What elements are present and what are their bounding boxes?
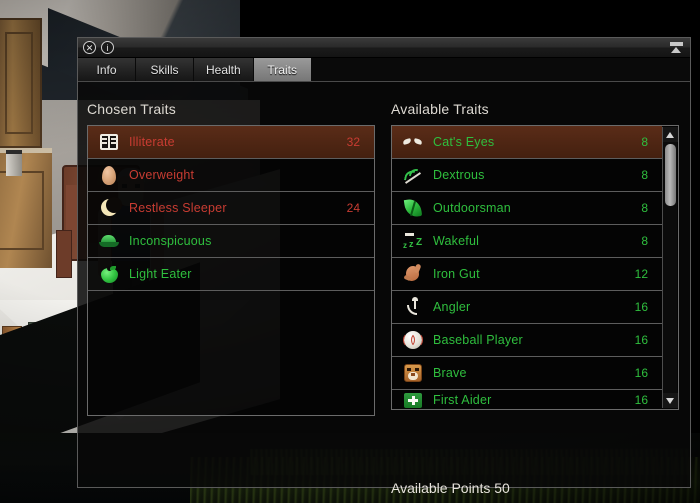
trait-cost: 8 [641,201,648,215]
available-trait-row[interactable]: Angler 16 [392,291,662,324]
trait-cost: 16 [634,333,648,347]
tab-bar: Info Skills Health Traits [78,58,690,82]
trait-cost: 24 [346,201,360,215]
available-traits-heading: Available Traits [391,101,489,117]
trait-cost: 16 [634,300,648,314]
trait-cost: 8 [641,135,648,149]
zzz-icon: zzZ [402,230,424,252]
trait-name: Overweight [129,168,195,182]
trait-cost: 16 [634,366,648,380]
available-traits-list[interactable]: Cat's Eyes 8 Dextrous 8 Outdoorsman 8 z … [391,125,679,410]
trait-name: Wakeful [433,234,480,248]
scrollbar-track[interactable] [663,142,678,393]
triangle-down-icon [666,397,674,404]
baseball-icon [402,329,424,351]
available-trait-row[interactable]: Cat's Eyes 8 [392,126,662,159]
wall-cabinet [0,18,42,148]
triangle-up-icon [666,131,674,138]
trait-name: Cat's Eyes [433,135,495,149]
tab-info[interactable]: Info [78,58,136,81]
collapse-panel-button[interactable] [666,39,686,56]
available-trait-row[interactable]: zzZ Wakeful 8 [392,225,662,258]
chosen-trait-row[interactable]: Light Eater [88,258,374,291]
available-trait-row[interactable]: Dextrous 8 [392,159,662,192]
tab-skills[interactable]: Skills [136,58,194,81]
arrow-up-icon [671,47,681,53]
chosen-trait-row[interactable]: Inconspicuous [88,225,374,258]
book-icon [98,131,120,153]
available-trait-row[interactable]: Iron Gut 12 [392,258,662,291]
trait-name: Iron Gut [433,267,480,281]
trait-name: Light Eater [129,267,192,281]
trait-cost: 8 [641,234,648,248]
available-trait-row[interactable]: Baseball Player 16 [392,324,662,357]
egg-icon [98,164,120,186]
scrollbar-thumb[interactable] [664,144,676,206]
available-trait-row[interactable]: First Aider 16 [392,390,662,409]
leaf-icon [402,197,424,219]
trait-name: Inconspicuous [129,234,212,248]
info-icon[interactable]: i [101,41,114,54]
trait-cost: 8 [641,168,648,182]
available-points-label: Available Points 50 [391,480,510,496]
trait-name: Angler [433,300,471,314]
available-trait-row[interactable]: Outdoorsman 8 [392,192,662,225]
character-panel: ✕ i Info Skills Health Traits Chosen Tra… [77,37,691,496]
hand-icon [402,164,424,186]
trait-name: Baseball Player [433,333,523,347]
cap-icon [98,230,120,252]
panel-title-bar[interactable]: ✕ i [78,38,690,58]
medical-cross-icon [402,390,424,409]
close-icon[interactable]: ✕ [83,41,96,54]
scroll-down-button[interactable] [662,393,678,408]
chosen-traits-heading: Chosen Traits [87,101,176,117]
traits-body: Chosen Traits Available Traits Illiterat… [78,82,690,496]
trait-cost: 32 [346,135,360,149]
trait-name: Illiterate [129,135,175,149]
trait-name: Restless Sleeper [129,201,227,215]
moon-icon [98,197,122,219]
lion-icon [402,362,424,384]
available-traits-scrollbar[interactable] [662,127,678,408]
chosen-traits-list[interactable]: Illiterate 32 Overweight Restless Sleepe… [87,125,375,416]
scroll-up-button[interactable] [662,127,678,142]
tab-traits[interactable]: Traits [253,58,312,81]
chosen-trait-row[interactable]: Restless Sleeper 24 [88,192,374,225]
trait-name: First Aider [433,393,492,407]
trait-name: Dextrous [433,168,485,182]
screen: ✕ i Info Skills Health Traits Chosen Tra… [0,0,700,503]
counter-jar [6,150,22,176]
tab-health[interactable]: Health [194,58,254,81]
cat-eyes-icon [402,131,424,153]
chosen-trait-row[interactable]: Overweight [88,159,374,192]
fish-hook-icon [402,296,424,318]
trait-name: Outdoorsman [433,201,511,215]
available-trait-row[interactable]: Brave 16 [392,357,662,390]
tab-bar-filler [311,58,690,81]
chosen-trait-row[interactable]: Illiterate 32 [88,126,374,159]
collapse-bar-icon [669,42,683,46]
apple-icon [98,263,120,285]
trait-cost: 16 [634,393,648,407]
stomach-icon [402,263,424,285]
trait-name: Brave [433,366,467,380]
armchair-arm-left [56,230,72,278]
trait-cost: 12 [634,267,648,281]
